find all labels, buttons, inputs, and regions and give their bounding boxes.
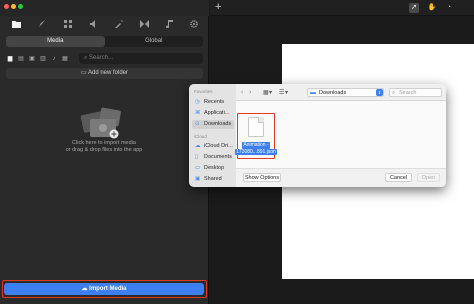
icon-view-icon[interactable]: ▦ — [263, 89, 269, 96]
search-placeholder: Search... — [89, 55, 114, 61]
comment-tool-icon[interactable]: ◔ — [444, 3, 454, 13]
app-window: Media Global ▆ ▤ ▣ ▥ ♪ ▦ ⌕ Search... ▭ A… — [0, 0, 474, 304]
download-icon: ⊙ — [195, 121, 200, 127]
sidebar-item-applications[interactable]: ⌘ Applicati... — [192, 109, 234, 118]
chevron-down-icon[interactable]: ▾ — [269, 89, 272, 96]
location-label: Downloads — [319, 90, 347, 96]
group-view-icon[interactable]: ☰ — [279, 89, 284, 96]
sidebar-item-label: Recents — [204, 99, 225, 105]
search-icon: ⌕ — [392, 90, 396, 96]
dialog-search-placeholder: Search — [399, 90, 417, 96]
open-button[interactable]: Open — [417, 173, 440, 182]
minimize-window-button[interactable] — [11, 4, 16, 9]
magic-icon[interactable] — [112, 17, 126, 31]
file-name[interactable]: Animation - 173080...891.json — [233, 142, 279, 155]
upload-icon: ☁ — [81, 286, 90, 292]
folder-icon: ▬ — [310, 90, 316, 96]
sidebar-item-documents[interactable]: ▯ Documents — [192, 153, 234, 162]
apps-icon: ⌘ — [195, 110, 201, 116]
music-icon[interactable] — [162, 17, 176, 31]
sidebar-item-shared[interactable]: ▣ Shared — [192, 175, 234, 184]
file-name-line1: Animation - — [242, 142, 270, 149]
grid-icon[interactable] — [61, 17, 75, 31]
tab-global[interactable]: Global — [105, 36, 204, 47]
file-name-line2: 173080...891.json — [235, 148, 277, 155]
import-media-label: Import Media — [89, 286, 127, 292]
gear-icon[interactable] — [187, 17, 201, 31]
favorites-heading: Favorites — [194, 89, 213, 94]
forward-icon[interactable]: › — [249, 89, 251, 96]
image-filter-icon[interactable]: ▥ — [39, 55, 47, 63]
filter-row: ▆ ▤ ▣ ▥ ♪ ▦ ⌕ Search... — [6, 53, 203, 64]
back-icon[interactable]: ‹ — [241, 89, 243, 96]
transition-icon[interactable] — [137, 17, 151, 31]
sidebar-item-label: Shared — [204, 176, 222, 182]
add-folder-button[interactable]: ▭ Add new folder — [6, 68, 203, 79]
sidebar-item-label: Downloads — [204, 121, 232, 127]
open-file-dialog: Favorites ◷ Recents ⌘ Applicati... ⊙ Downlo… — [189, 84, 446, 187]
add-icon[interactable]: + — [215, 1, 221, 13]
audio-icon[interactable] — [87, 17, 101, 31]
sidebar-item-desktop[interactable]: ▭ Desktop — [192, 164, 234, 173]
rocket-icon[interactable] — [35, 17, 49, 31]
sidebar-item-icloud-drive[interactable]: ☁ iCloud Dri... — [192, 142, 234, 151]
folder-filter-icon[interactable]: ▆ — [6, 55, 14, 63]
sidebar-item-label: Desktop — [204, 165, 225, 171]
dialog-search-input[interactable]: ⌕ Search — [389, 88, 442, 97]
panel-toolbar — [0, 14, 209, 34]
sidebar-item-label: iCloud Dri... — [204, 143, 233, 149]
media-search-input[interactable]: ⌕ Search... — [79, 53, 203, 64]
text-filter-icon[interactable]: ▦ — [61, 55, 69, 63]
document-icon: ▯ — [195, 154, 199, 160]
show-options-button[interactable]: Show Options — [243, 173, 281, 182]
sidebar-item-label: Applicati... — [204, 110, 230, 116]
empty-state-line2: or drag & drop files into the app — [65, 147, 143, 153]
audio-filter-icon[interactable]: ♪ — [50, 55, 58, 63]
desktop-icon: ▭ — [195, 165, 201, 171]
view-filter-icon[interactable]: ▤ — [17, 55, 25, 63]
sidebar-item-downloads[interactable]: ⊙ Downloads — [192, 120, 234, 129]
location-select[interactable]: ▬ Downloads ⇕ — [307, 88, 384, 97]
video-filter-icon[interactable]: ▣ — [28, 55, 36, 63]
add-folder-icon: ▭ — [80, 70, 88, 76]
import-media-button[interactable]: ☁ Import Media — [4, 283, 204, 295]
media-panel: Media Global ▆ ▤ ▣ ▥ ♪ ▦ ⌕ Search... ▭ A… — [0, 0, 209, 304]
folder-icon[interactable] — [9, 17, 23, 31]
tab-media[interactable]: Media — [6, 36, 105, 47]
json-file-icon[interactable] — [248, 117, 264, 137]
sidebar-item-label: Documents — [204, 154, 232, 160]
cloud-icon: ☁ — [195, 143, 201, 149]
pointer-tool-icon[interactable]: ➚ — [409, 3, 419, 13]
clock-icon: ◷ — [195, 99, 200, 105]
hand-tool-icon[interactable]: ✋ — [427, 3, 437, 13]
chevron-updown-icon: ⇕ — [376, 89, 383, 96]
dialog-sidebar: Favorites ◷ Recents ⌘ Applicati... ⊙ Downlo… — [189, 84, 236, 187]
maximize-window-button[interactable] — [18, 4, 23, 9]
icloud-heading: iCloud — [194, 134, 207, 139]
shared-folder-icon: ▣ — [195, 176, 201, 182]
chevron-down-icon[interactable]: ▾ — [285, 89, 288, 96]
empty-state-line1: Click here to import media — [72, 140, 136, 146]
preview-toolbar: + ➚ ✋ ◔ — [210, 0, 474, 16]
media-global-switch: Media Global — [6, 36, 203, 47]
dialog-toolbar: ‹ › ▦ ▾ ☰ ▾ ▬ Downloads ⇕ ⌕ Search — [236, 84, 446, 101]
sidebar-item-recents[interactable]: ◷ Recents — [192, 98, 234, 107]
import-media-illustration[interactable] — [74, 103, 132, 145]
close-window-button[interactable] — [4, 4, 9, 9]
empty-state-text[interactable]: Click here to import media or drag & dro… — [30, 140, 178, 154]
cancel-button[interactable]: Cancel — [385, 173, 412, 182]
dialog-footer: Show Options Cancel Open — [236, 168, 446, 187]
add-folder-label: Add new folder — [87, 70, 129, 76]
